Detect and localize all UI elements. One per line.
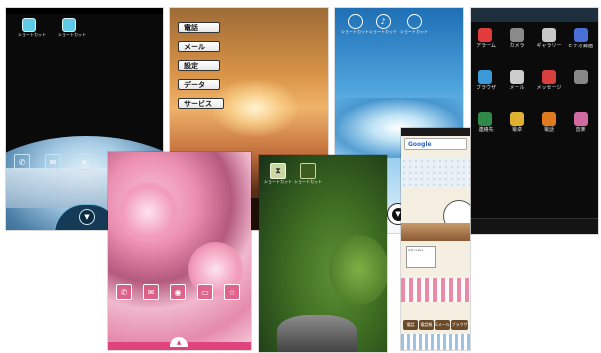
app-label: ブラウザ: [475, 85, 496, 91]
app-label: メッセージ: [536, 85, 562, 91]
app-label: 音楽: [575, 127, 586, 133]
shortcut-2[interactable]: ショートカット: [58, 18, 86, 37]
menu-mail[interactable]: メール: [178, 41, 220, 52]
memo-label: link colors: [408, 248, 424, 252]
search-bar[interactable]: Google: [404, 138, 467, 150]
screenshot-cafe-theme: Google link colors 電話 電話帳 Eメール ブラウザ: [401, 128, 470, 350]
app-label: ギャラリー: [536, 43, 562, 49]
music-icon[interactable]: [574, 112, 588, 126]
shortcut-1[interactable]: ⧗ ショートカット: [263, 163, 293, 184]
mail-icon[interactable]: [510, 70, 524, 84]
contacts-icon[interactable]: [478, 112, 492, 126]
shortcut-label: ショートカット: [264, 179, 292, 184]
app-label: アラーム: [476, 43, 496, 49]
screenshot-app-drawer: アラーム カメラ ギャラリー ビデオ録画 ブラウザ メール メッセージ 連絡先 …: [471, 8, 598, 234]
shortcut-label: ショートカット: [369, 29, 397, 34]
calculator-icon[interactable]: [510, 112, 524, 126]
shortcut-label: ショートカット: [18, 32, 46, 37]
folder-icon[interactable]: ▭: [197, 284, 213, 300]
drawer-handle[interactable]: [471, 218, 598, 234]
message-icon[interactable]: [542, 70, 556, 84]
chat-bubble-icon: [22, 18, 36, 32]
app-label: カメラ: [509, 43, 525, 49]
menu-settings[interactable]: 設定: [178, 60, 220, 71]
menu-phone[interactable]: 電話: [178, 22, 220, 33]
camera-icon[interactable]: ◉: [170, 284, 186, 300]
app-label: 電話: [543, 127, 554, 133]
star-icon[interactable]: ☆: [224, 284, 240, 300]
swirl-icon: [347, 14, 363, 29]
app-grid: アラーム カメラ ギャラリー ビデオ録画 ブラウザ メール メッセージ 連絡先 …: [474, 28, 595, 148]
mail-icon[interactable]: ✉: [45, 154, 61, 170]
stone: [277, 315, 357, 352]
wave-icon: [406, 14, 422, 29]
dock-browser[interactable]: ブラウザ: [451, 320, 468, 330]
chat-bubble-icon: [62, 18, 76, 32]
dial-icon: [300, 163, 316, 179]
shortcut-2[interactable]: ショートカット: [293, 163, 323, 184]
hourglass-icon: ⧗: [270, 163, 286, 179]
video-icon[interactable]: [574, 28, 588, 42]
app-label: 連絡先: [478, 127, 494, 133]
dock-email[interactable]: Eメール: [435, 320, 450, 330]
status-bar: [401, 128, 470, 136]
phone-icon[interactable]: ✆: [14, 154, 30, 170]
status-bar: [6, 8, 163, 14]
stripe-band: [401, 334, 470, 350]
memo-widget[interactable]: link colors: [406, 246, 436, 268]
alarm-icon[interactable]: [478, 28, 492, 42]
mail-icon[interactable]: ✉: [143, 284, 159, 300]
dock-phone[interactable]: 電話: [403, 320, 418, 330]
app-label: メール: [509, 85, 525, 91]
checkered-band: [401, 278, 470, 302]
screenshot-cherry-blossom-theme: ✆ ✉ ◉ ▭ ☆ ▲: [108, 152, 251, 350]
shortcut-1[interactable]: ショートカット: [18, 18, 46, 37]
phone-icon[interactable]: [542, 112, 556, 126]
google-logo: Google: [408, 141, 432, 148]
polka-dot-band: [401, 158, 470, 188]
blossom-cluster: [118, 182, 178, 242]
browser-icon[interactable]: [478, 70, 492, 84]
music-note-icon: ♪: [375, 14, 391, 29]
app-icon[interactable]: [574, 70, 588, 84]
status-bar: [471, 8, 598, 22]
shortcut-label: ショートカット: [294, 179, 322, 184]
gallery-icon[interactable]: [542, 28, 556, 42]
dock-contacts[interactable]: 電話帳: [419, 320, 434, 330]
app-label: 電卓: [511, 127, 522, 133]
menu-service[interactable]: サービス: [178, 98, 224, 109]
shortcut-label: ショートカット: [400, 29, 428, 34]
drawer-open-button[interactable]: ▲: [170, 337, 188, 347]
app-label: ビデオ録画: [567, 44, 593, 49]
shortcut-2[interactable]: ♪ ショートカット: [367, 14, 399, 34]
wood-shelf: [401, 223, 470, 241]
camera-icon[interactable]: [510, 28, 524, 42]
phone-icon[interactable]: ✆: [116, 284, 132, 300]
shortcut-label: ショートカット: [58, 32, 86, 37]
drawer-open-button[interactable]: ▼: [79, 209, 95, 225]
screenshot-moss-garden-theme: ⧗ ショートカット ショートカット: [259, 155, 387, 352]
settings-icon[interactable]: ✕: [76, 154, 92, 170]
menu-data[interactable]: データ: [178, 79, 220, 90]
moss-mound: [329, 235, 387, 305]
shortcut-3[interactable]: ショートカット: [397, 14, 431, 34]
